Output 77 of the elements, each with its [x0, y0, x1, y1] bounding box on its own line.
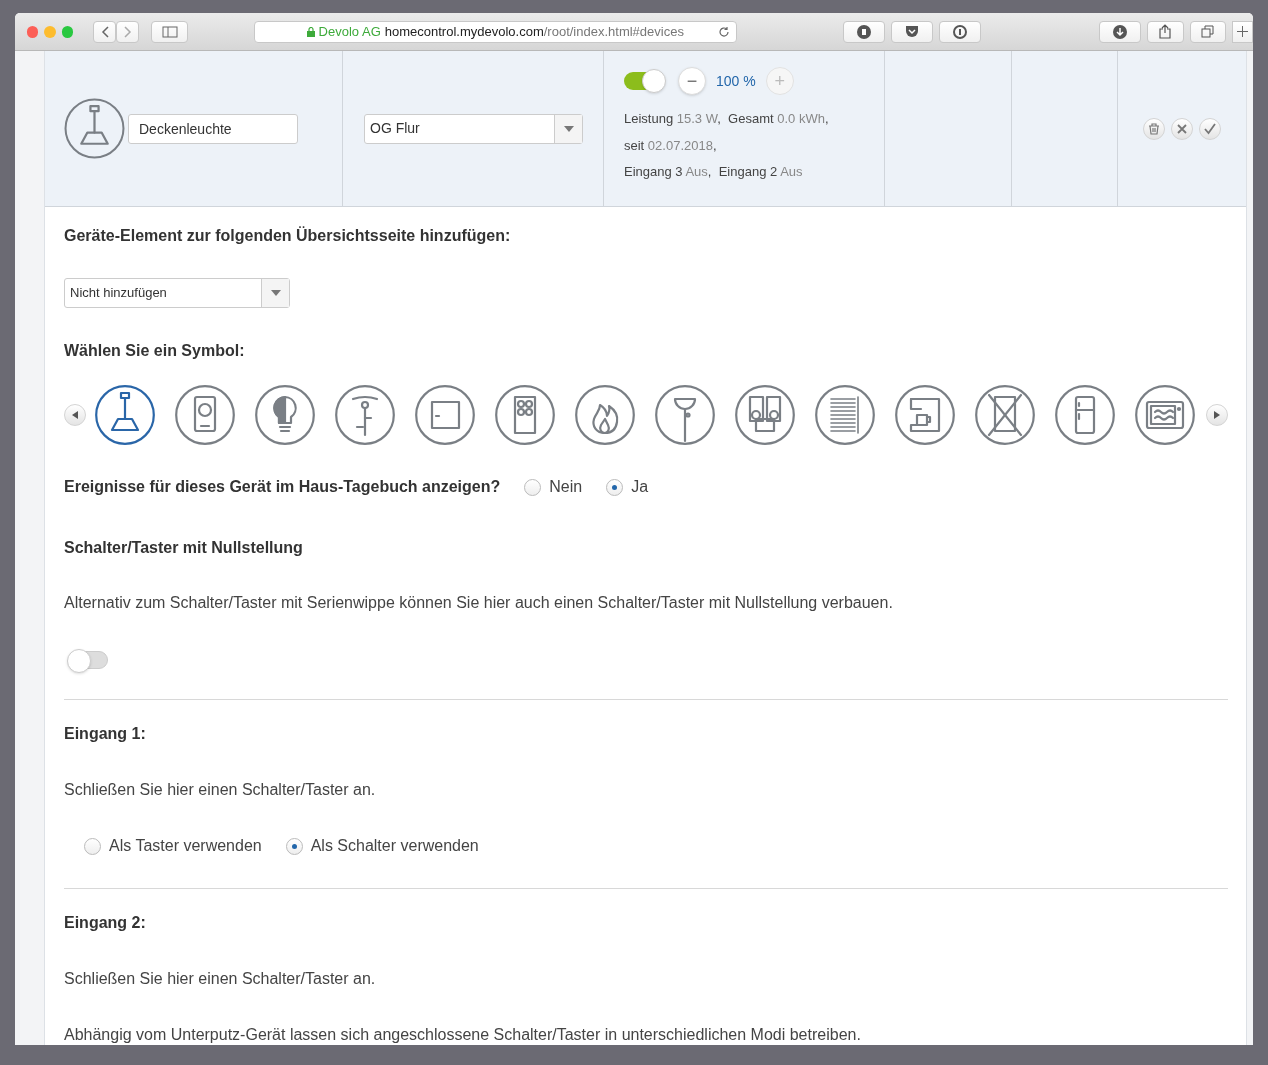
description-text: Schließen Sie hier einen Schalter/Taster an.	[64, 780, 377, 800]
coffee-symbol-icon[interactable]	[895, 385, 955, 445]
level-text: 100 %	[716, 71, 756, 91]
device-name-field[interactable]: Deckenleuchte	[128, 113, 298, 144]
info-icon	[953, 24, 968, 39]
section-heading: Eingang 1:	[64, 724, 147, 744]
share-icon	[1159, 24, 1172, 39]
tabs-button[interactable]	[1189, 20, 1226, 43]
close-icon[interactable]	[27, 25, 39, 38]
radio-button[interactable]	[606, 478, 624, 496]
description-text: Alternativ zum Schalter/Taster mit Serienwippe können Sie hier auch einen Schalter/Taster mit Nullstellung verbauen.	[64, 593, 894, 613]
tabs-icon	[1201, 25, 1215, 38]
overview-select[interactable]: Nicht hinzufügen	[64, 278, 290, 308]
room-select[interactable]: OG Flur	[364, 113, 583, 144]
sidebar-button[interactable]	[151, 20, 188, 43]
downloads-button[interactable]	[1099, 20, 1142, 43]
radio-label: Als Taster verwenden	[109, 836, 262, 856]
radio-label: Nein	[549, 477, 583, 497]
scroll-right-button[interactable]	[1206, 404, 1228, 426]
password-button[interactable]	[939, 20, 982, 43]
close-button[interactable]	[1171, 117, 1193, 140]
washer-symbol-icon[interactable]	[975, 385, 1035, 445]
status-line: Leistung 15.3 W, Gesamt 0.0 kWh,	[624, 110, 830, 128]
section-heading: Geräte-Element zur folgenden Übersichtsseite hinzufügen:	[64, 225, 512, 246]
forward-icon	[123, 25, 132, 38]
radio-label: Ja	[631, 477, 649, 497]
check-button[interactable]	[1199, 117, 1221, 140]
bike-symbol-icon[interactable]	[335, 385, 395, 445]
extension-button[interactable]	[842, 20, 885, 43]
microwave-symbol-icon[interactable]	[1135, 385, 1195, 445]
socket-symbol-icon[interactable]	[175, 385, 235, 445]
switch-symbol-icon[interactable]	[415, 385, 475, 445]
bulb-symbol-icon[interactable]	[255, 385, 315, 445]
blinds-symbol-icon[interactable]	[815, 385, 875, 445]
radio-button[interactable]	[84, 837, 101, 855]
lamp-symbol-icon[interactable]	[95, 385, 155, 445]
back-icon	[100, 25, 109, 38]
caret-icon	[563, 125, 574, 132]
fridge-symbol-icon[interactable]	[1055, 385, 1115, 445]
fire-symbol-icon[interactable]	[575, 385, 635, 445]
power-toggle[interactable]	[624, 72, 664, 90]
lamp-icon	[64, 98, 125, 159]
description-text: Abhängig vom Unterputz-Gerät lassen sich angeschlossene Schalter/Taster in unterschiedlichen Modi betreiben.	[64, 1025, 862, 1045]
back-button[interactable]	[93, 20, 117, 43]
radio-button[interactable]	[524, 478, 542, 496]
lock-icon	[306, 26, 315, 37]
radio-label: Als Schalter verwenden	[310, 836, 479, 856]
section-heading: Eingang 2:	[64, 913, 147, 933]
reload-icon[interactable]	[717, 25, 730, 38]
record-icon	[856, 24, 871, 39]
caret-icon	[270, 290, 281, 296]
ceiling-symbol-icon[interactable]	[655, 385, 715, 445]
radio-button[interactable]	[285, 837, 303, 855]
sidebar-icon	[161, 25, 178, 38]
plus-icon	[1236, 26, 1248, 37]
section-heading: Wählen Sie ein Symbol:	[64, 341, 246, 361]
right-triangle-icon	[1214, 411, 1220, 419]
pocket-button[interactable]	[890, 20, 933, 43]
download-icon	[1113, 24, 1128, 39]
share-button[interactable]	[1147, 20, 1184, 43]
decrease-button[interactable]: −	[678, 67, 706, 95]
check-icon	[1204, 122, 1216, 135]
keypad-symbol-icon[interactable]	[495, 385, 555, 445]
new-tab-button[interactable]	[1231, 20, 1253, 43]
left-triangle-icon	[72, 411, 78, 419]
scroll-left-button[interactable]	[64, 404, 86, 426]
trash-icon	[1148, 122, 1160, 135]
delete-button[interactable]	[1143, 117, 1165, 140]
description-text: Schließen Sie hier einen Schalter/Taster an.	[64, 969, 377, 989]
section-heading: Ereignisse für dieses Gerät im Haus-Tagebuch anzeigen?	[64, 477, 501, 497]
status-line: Eingang 3 Aus, Eingang 2 Aus	[624, 163, 804, 181]
close-icon	[1176, 122, 1188, 135]
status-line: seit 02.07.2018,	[624, 136, 718, 155]
address-field[interactable]: Devolo AG homecontrol.mydevolo.com/root/index.html#devices	[253, 20, 737, 43]
pocket-icon	[904, 25, 919, 38]
section-heading: Schalter/Taster mit Nullstellung	[64, 538, 304, 558]
stereo-symbol-icon[interactable]	[735, 385, 795, 445]
